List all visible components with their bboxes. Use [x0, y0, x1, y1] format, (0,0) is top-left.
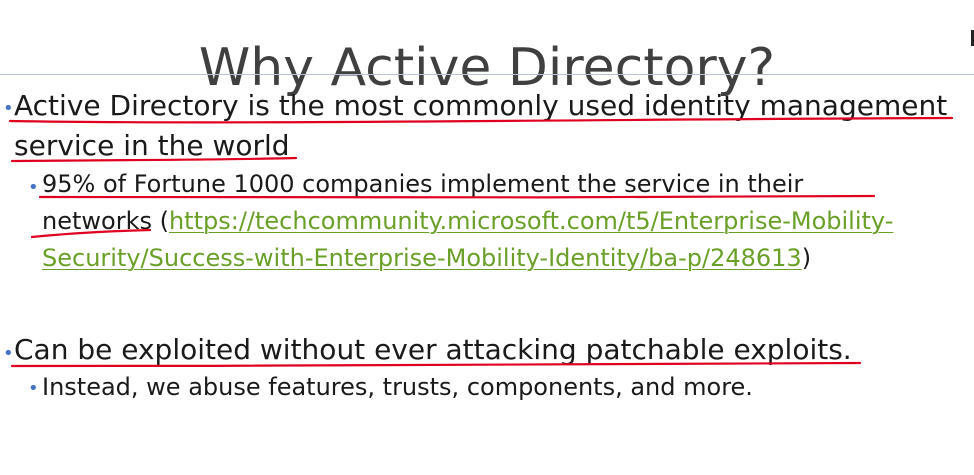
title-divider [0, 74, 974, 75]
sub-bullet-1-text-after: ) [801, 244, 812, 272]
bullet-2-text: Can be exploited without ever attacking … [14, 333, 852, 366]
sub-bullet-1-text: 95% of Fortune 1000 companies implement … [42, 166, 902, 277]
bullet-marker-1: • [3, 98, 14, 119]
bullet-marker-2: • [3, 343, 14, 364]
bullet-1-text: Active Directory is the most commonly us… [14, 89, 948, 162]
sub-bullet-marker-1: • [28, 177, 39, 198]
sub-bullet-marker-2: • [28, 378, 39, 399]
sub-bullet-2-text: Instead, we abuse features, trusts, comp… [42, 373, 753, 401]
reference-link[interactable]: https://techcommunity.microsoft.com/t5/E… [42, 207, 893, 272]
